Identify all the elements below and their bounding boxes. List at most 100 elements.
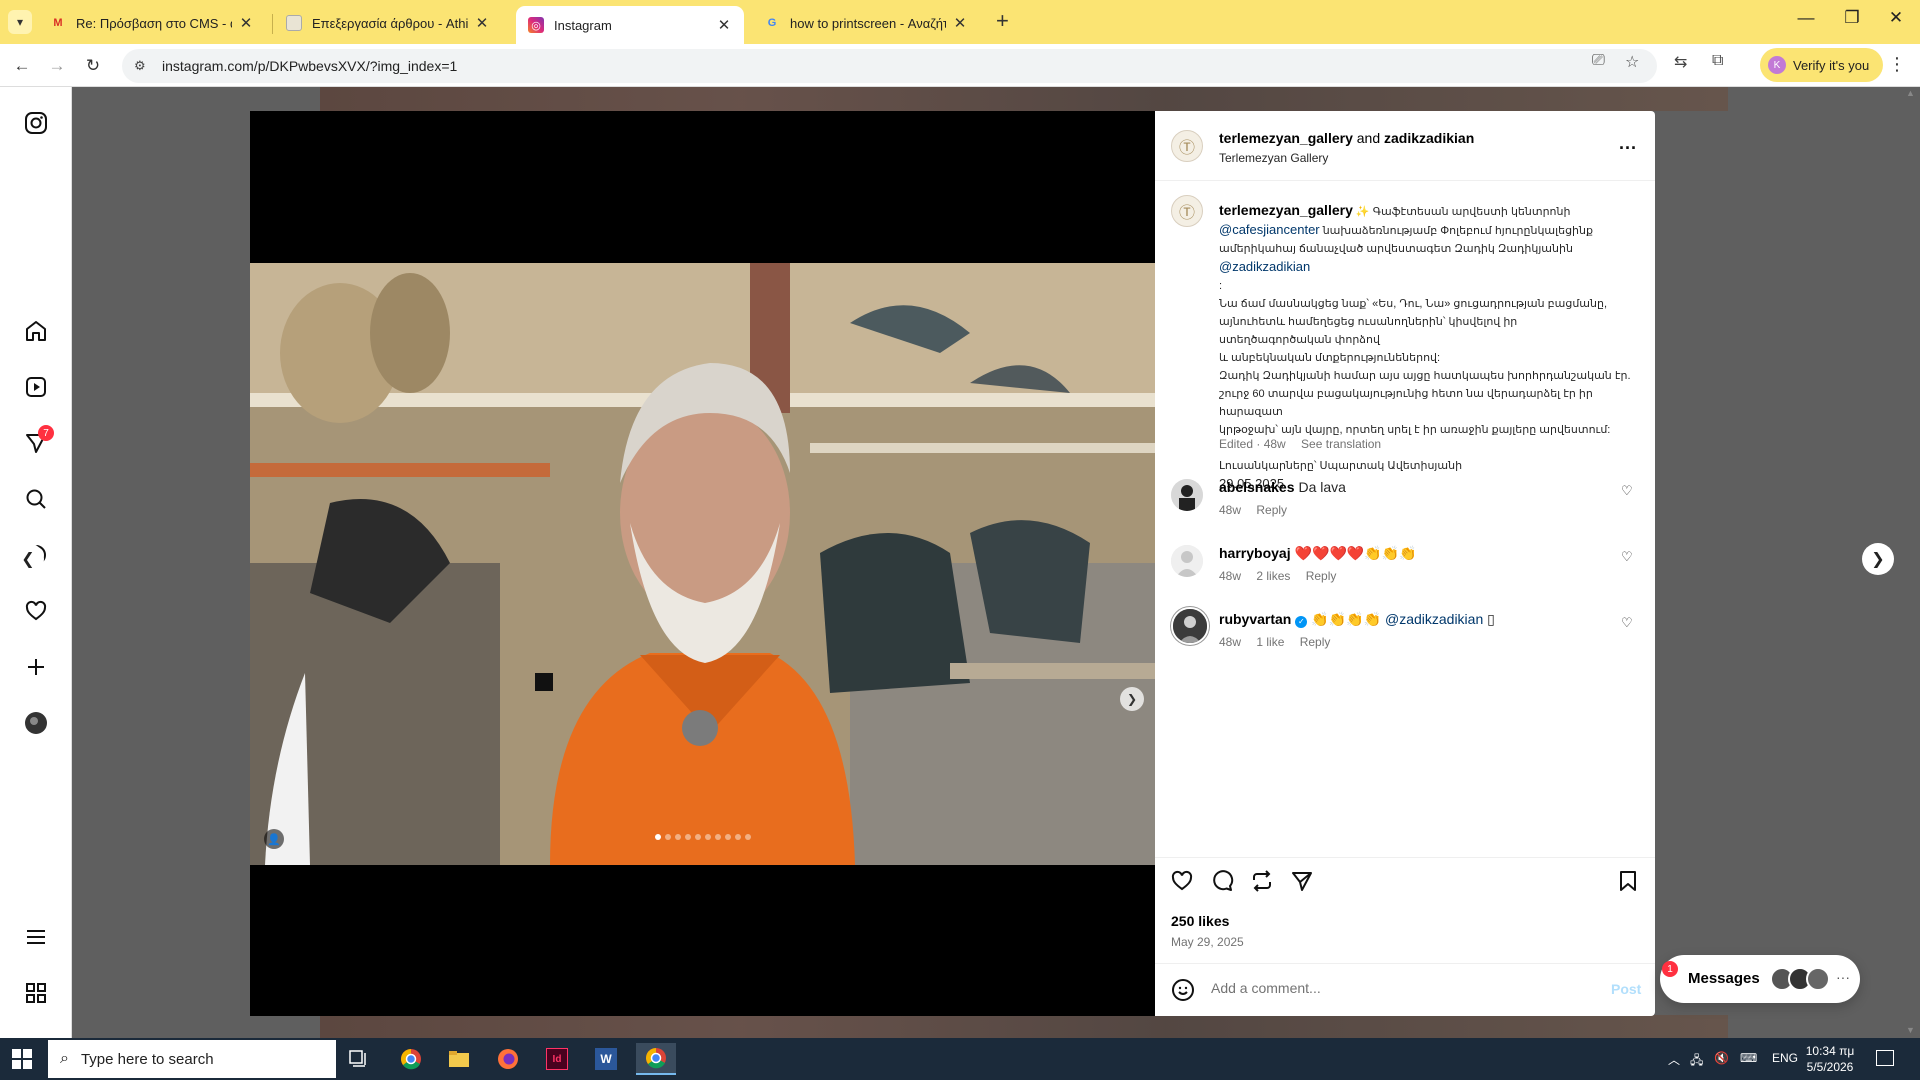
firefox-icon[interactable] <box>488 1043 528 1075</box>
task-view-icon[interactable] <box>339 1043 379 1075</box>
next-post-button[interactable]: ❯ <box>1862 543 1894 575</box>
indesign-icon[interactable]: Id <box>537 1043 577 1075</box>
reload-icon[interactable]: ↻ <box>80 53 106 79</box>
reels-icon[interactable] <box>22 373 50 401</box>
show-hidden-icons-icon[interactable]: ︿ <box>1668 1051 1680 1068</box>
omnibox[interactable]: ⚙ instagram.com/p/DKPwbevsXVX/?img_index… <box>122 49 1657 83</box>
site-info-icon[interactable]: ⚙ <box>134 58 152 74</box>
commenter-avatar[interactable] <box>1171 545 1203 577</box>
messages-badge: 1 <box>1662 961 1678 977</box>
menu-icon[interactable] <box>22 923 50 951</box>
volume-muted-icon[interactable]: 🔇 <box>1714 1051 1729 1065</box>
back-icon[interactable]: ← <box>9 53 35 79</box>
close-tab-icon[interactable]: ✕ <box>238 14 254 32</box>
tab-list-button[interactable]: ▾ <box>8 10 32 34</box>
close-tab-icon[interactable]: ✕ <box>716 16 732 34</box>
word-icon[interactable]: W <box>586 1043 626 1075</box>
create-icon[interactable] <box>22 653 50 681</box>
taskbar-clock[interactable]: 10:34 πμ 5/5/2026 <box>1800 1043 1860 1075</box>
post-comment-button[interactable]: Post <box>1611 981 1641 997</box>
taskbar-search[interactable]: ⌕ <box>48 1040 336 1078</box>
heart-icon[interactable] <box>22 597 50 625</box>
network-icon[interactable]: 🖧 <box>1690 1051 1703 1072</box>
profile-avatar[interactable] <box>22 709 50 737</box>
caption-author-avatar[interactable]: Ⓣ <box>1171 195 1203 227</box>
notification-center-icon[interactable] <box>1876 1050 1894 1066</box>
comment-username[interactable]: rubyvartan <box>1219 611 1291 627</box>
messages-button[interactable]: 1 Messages ··· <box>1660 955 1860 1003</box>
tab-google-search[interactable]: G how to printscreen - Αναζήτηση ✕ <box>752 6 980 40</box>
tagged-user-icon[interactable]: 👤 <box>264 829 284 849</box>
minimize-icon[interactable]: — <box>1786 8 1826 28</box>
comment-input[interactable] <box>1211 980 1591 996</box>
carousel-indicator <box>655 834 751 840</box>
reply-button[interactable]: Reply <box>1300 635 1331 649</box>
install-app-icon[interactable]: ⎚ <box>1592 52 1605 70</box>
comment-likes[interactable]: 2 likes <box>1256 569 1290 583</box>
scroll-up-icon[interactable]: ▲ <box>1906 88 1915 98</box>
author-subtitle[interactable]: Terlemezyan Gallery <box>1219 151 1328 165</box>
comment-icon[interactable] <box>1209 868 1235 894</box>
comment-username[interactable]: abelsnakes <box>1219 479 1295 495</box>
caption-text: : <box>1219 280 1223 292</box>
language-indicator[interactable]: ENG <box>1772 1051 1798 1065</box>
windows-start-icon[interactable] <box>12 1049 32 1069</box>
reply-button[interactable]: Reply <box>1306 569 1337 583</box>
close-tab-icon[interactable]: ✕ <box>952 14 968 32</box>
instagram-logo-icon[interactable] <box>22 109 50 137</box>
like-icon[interactable] <box>1169 868 1195 894</box>
home-icon[interactable] <box>22 317 50 345</box>
comment-likes[interactable]: 1 like <box>1256 635 1284 649</box>
comment-time: 48w <box>1219 569 1242 583</box>
url-text[interactable]: instagram.com/p/DKPwbevsXVX/?img_index=1 <box>162 58 457 74</box>
gmail-icon: M <box>53 17 63 29</box>
chrome-icon[interactable] <box>391 1043 431 1075</box>
likes-count[interactable]: 250 likes <box>1171 913 1229 929</box>
next-image-button[interactable]: ❯ <box>1120 687 1144 711</box>
reply-button[interactable]: Reply <box>1256 503 1287 517</box>
coauthor-link[interactable]: zadikzadikian <box>1384 130 1474 146</box>
author-avatar[interactable]: Ⓣ <box>1171 130 1203 162</box>
chrome-active-icon[interactable] <box>636 1043 676 1075</box>
commenter-avatar[interactable] <box>1171 479 1203 511</box>
tab-instagram[interactable]: ◎ Instagram ✕ <box>516 6 744 44</box>
new-tab-button[interactable]: + <box>996 8 1009 34</box>
tab-cms-article[interactable]: Επεξεργασία άρθρου - Athinor ✕ <box>274 6 502 40</box>
browser-tab-bar: ▾ M Re: Πρόσβαση στο CMS - dimit ✕ Επεξε… <box>0 0 1920 44</box>
forward-icon[interactable]: → <box>44 53 70 79</box>
like-comment-icon[interactable]: ♡ <box>1621 483 1633 499</box>
search-icon[interactable] <box>22 485 50 513</box>
like-comment-icon[interactable]: ♡ <box>1621 615 1633 631</box>
mention-link[interactable]: @zadikzadikian <box>1219 259 1310 274</box>
scroll-down-icon[interactable]: ▼ <box>1906 1025 1915 1035</box>
post-media[interactable]: ❯ 👤 <box>250 111 1155 1016</box>
commenter-avatar[interactable] <box>1171 607 1209 645</box>
extensions-icon[interactable]: ⧉ <box>1712 52 1723 70</box>
caption-text: Զադիկ Զադիկյանի համար այս այցը հատկապես … <box>1219 370 1631 382</box>
verify-profile-button[interactable]: K Verify it's you <box>1760 48 1884 82</box>
comment-username[interactable]: harryboyaj <box>1219 545 1291 561</box>
close-window-icon[interactable]: ✕ <box>1876 8 1916 28</box>
close-tab-icon[interactable]: ✕ <box>474 14 490 32</box>
tab-gmail[interactable]: M Re: Πρόσβαση στο CMS - dimit ✕ <box>38 6 266 40</box>
mention-link[interactable]: @zadikzadikian <box>1385 611 1483 627</box>
more-options-icon[interactable]: ... <box>1619 133 1637 154</box>
author-link[interactable]: terlemezyan_gallery <box>1219 130 1353 146</box>
restore-icon[interactable]: ❐ <box>1832 8 1872 28</box>
see-translation-link[interactable]: See translation <box>1301 437 1381 451</box>
keyboard-icon[interactable]: ⌨ <box>1740 1051 1757 1065</box>
mention-link[interactable]: @cafesjiancenter <box>1219 222 1320 237</box>
repost-icon[interactable] <box>1249 868 1275 894</box>
share-icon[interactable] <box>1289 868 1315 894</box>
like-comment-icon[interactable]: ♡ <box>1621 549 1633 565</box>
caption-username[interactable]: terlemezyan_gallery <box>1219 202 1353 218</box>
save-bookmark-icon[interactable] <box>1615 868 1641 894</box>
emoji-icon[interactable] <box>1171 978 1195 1002</box>
browser-menu-icon[interactable]: ⋮ <box>1888 54 1906 75</box>
taskbar-search-input[interactable] <box>80 1050 311 1068</box>
file-explorer-icon[interactable] <box>439 1043 479 1075</box>
apps-icon[interactable] <box>22 979 50 1007</box>
previous-post-button[interactable]: ❮ <box>12 543 44 575</box>
translate-icon[interactable]: ⇆ <box>1674 52 1687 72</box>
bookmark-star-icon[interactable]: ☆ <box>1625 52 1639 72</box>
